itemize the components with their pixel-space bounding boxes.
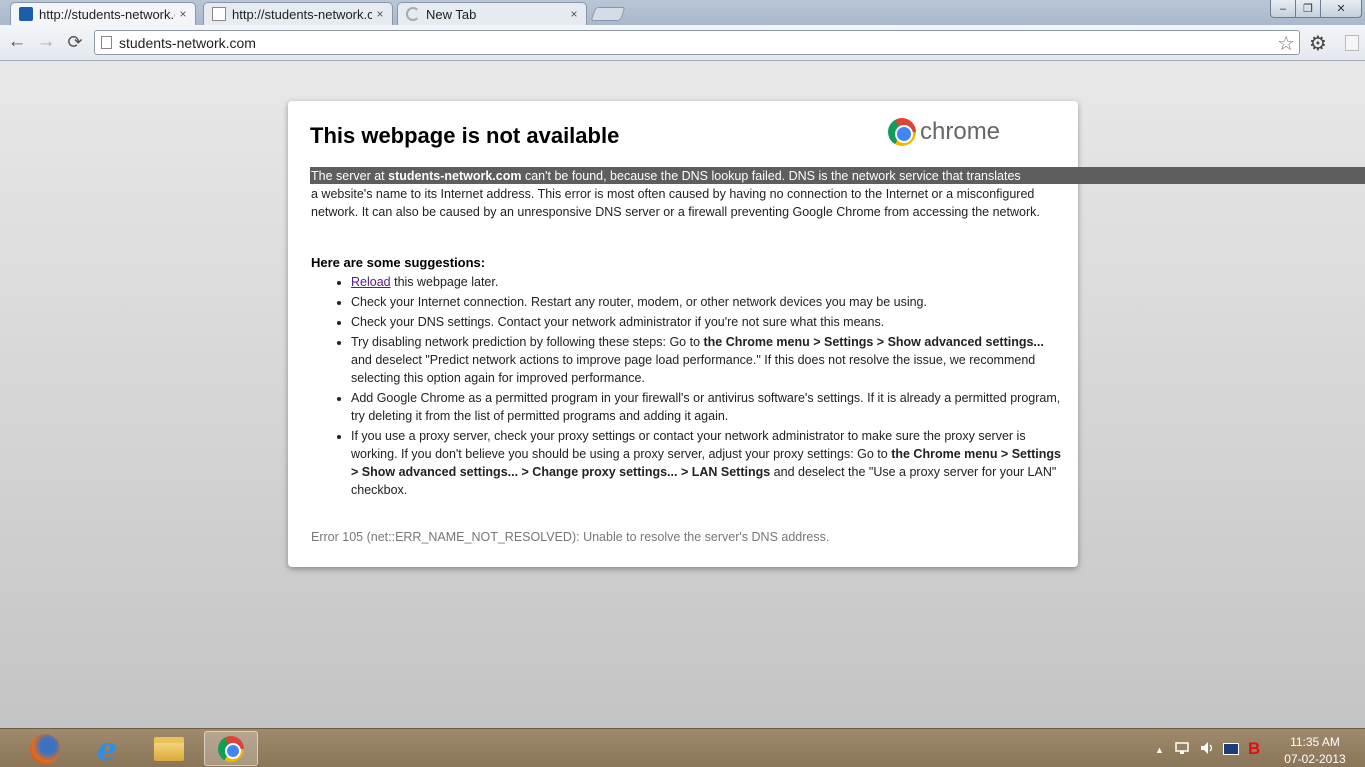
item4-text-b: the Chrome menu > Settings > Show advanc… [703,335,1044,349]
clock-time[interactable]: 11:35 AM [1270,735,1360,749]
internet-explorer-icon: e [96,729,118,767]
loading-spinner-icon [406,7,420,21]
tab-close-icon[interactable]: × [566,7,582,21]
page-icon [101,36,112,49]
taskbar-internet-explorer[interactable]: e [80,729,134,767]
tab-close-icon[interactable]: × [175,7,191,21]
reload-button[interactable]: ⟳ [64,31,86,53]
back-button[interactable]: ← [6,31,28,53]
description-prefix: The server at [311,169,389,183]
tab-label: http://students-network.c [232,6,372,22]
chrome-logo-icon [888,118,916,146]
taskbar-firefox[interactable] [18,731,72,766]
close-window-button[interactable]: ✕ [1320,0,1362,18]
title-bar: http://students-network.c × http://stude… [0,0,1365,25]
suggestions-heading: Here are some suggestions: [311,255,486,270]
description-suffix: can't be found, because the DNS lookup f… [521,169,1021,183]
list-item: Check your Internet connection. Restart … [351,293,1061,311]
browser-toolbar: ← → ⟳ students-network.com ☆ ⚙ [0,25,1365,61]
new-tab-button[interactable] [590,7,626,21]
show-hidden-icons-icon[interactable]: ▲ [1155,745,1164,755]
bookmark-star-icon[interactable]: ☆ [1277,31,1295,56]
tab-students-network-2[interactable]: http://students-network.c × [203,2,393,25]
chrome-icon [218,735,244,762]
chrome-menu-button[interactable]: ⚙ [1306,31,1330,55]
item4-text-a: Try disabling network prediction by foll… [351,335,704,349]
error-description: The server at students-network.com can't… [311,167,1061,221]
tray-b-icon[interactable]: B [1248,739,1260,759]
error-code: Error 105 (net::ERR_NAME_NOT_RESOLVED): … [311,530,830,544]
folder-icon [154,736,184,761]
taskbar-file-explorer[interactable] [142,731,196,766]
description-first-line: The server at students-network.com can't… [311,167,1061,185]
error-panel: This webpage is not available chrome The… [288,101,1365,567]
address-text[interactable]: students-network.com [119,35,256,51]
forward-button[interactable]: → [35,31,57,53]
address-bar[interactable]: students-network.com ☆ [94,30,1300,55]
maximize-button[interactable]: ❐ [1295,0,1321,18]
tab-close-icon[interactable]: × [372,7,388,21]
tab-students-network-1[interactable]: http://students-network.c × [10,2,196,25]
taskbar-chrome[interactable] [204,731,258,766]
chrome-wordmark: chrome [920,118,1001,145]
ie-favicon-icon [19,7,33,21]
clock-date[interactable]: 07-02-2013 [1270,752,1360,766]
list-item: If you use a proxy server, check your pr… [351,427,1061,499]
volume-icon[interactable] [1200,741,1216,758]
list-item: Try disabling network prediction by foll… [351,333,1061,387]
firefox-icon [30,733,60,764]
description-host: students-network.com [388,169,522,183]
list-item: Reload this webpage later. [351,273,1061,291]
chrome-logo: chrome [888,118,1000,146]
windows-taskbar: e ▲ B 11:35 AM 07-02-2013 [0,728,1365,767]
network-icon[interactable] [1175,741,1189,758]
minimize-button[interactable]: – [1270,0,1296,18]
tray-app-icon[interactable] [1223,743,1239,755]
suggestions-list: Reload this webpage later. Check your In… [351,273,1061,501]
tab-new-tab[interactable]: New Tab × [397,2,587,25]
error-title: This webpage is not available [310,123,620,148]
page-favicon-icon [212,7,226,21]
description-rest: a website's name to its Internet address… [311,187,1040,219]
side-panel-handle[interactable] [1345,35,1359,51]
list-item: Check your DNS settings. Contact your ne… [351,313,1061,331]
tab-label: http://students-network.c [39,6,175,22]
item4-text-c: and deselect "Predict network actions to… [351,353,1036,385]
tab-label: New Tab [426,6,477,22]
page-content: This webpage is not available chrome The… [0,61,1365,728]
reload-link[interactable]: Reload [351,275,391,289]
reload-rest: this webpage later. [390,275,499,289]
list-item: Add Google Chrome as a permitted program… [351,389,1061,425]
